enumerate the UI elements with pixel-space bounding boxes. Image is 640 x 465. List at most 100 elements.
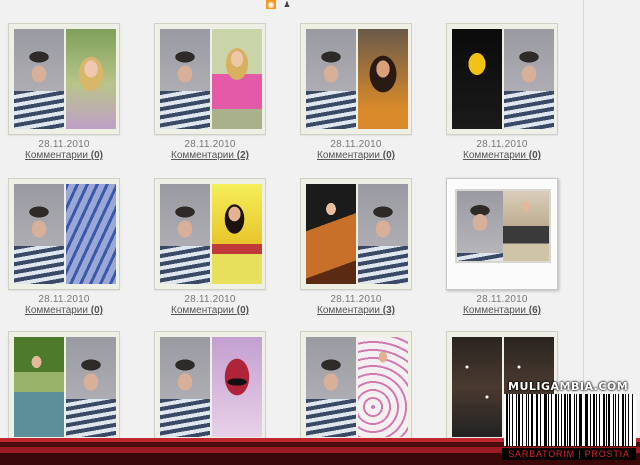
barcode-bar — [540, 394, 542, 446]
photo-item: 28.11.2010 Комментарии (0) — [300, 23, 412, 162]
rss-icon[interactable]: ◉ — [266, 0, 276, 9]
photo-left — [306, 184, 356, 284]
photo-date: 28.11.2010 — [476, 139, 528, 150]
barcode-bar — [508, 394, 510, 446]
photo-date: 28.11.2010 — [38, 294, 90, 305]
comments-link[interactable]: Комментарии (6) — [446, 305, 558, 317]
barcode-bar — [531, 394, 533, 446]
photo-left — [160, 29, 210, 129]
photo-item: 28.11.2010 Комментарии (0) — [154, 178, 266, 317]
photo-right — [358, 29, 408, 129]
photo-thumbnail[interactable] — [300, 23, 412, 135]
photo-left — [14, 184, 64, 284]
watermark-site: MULIGAMBIA.COM — [508, 380, 629, 393]
barcode-bar — [537, 394, 539, 446]
photo-thumbnail[interactable] — [8, 178, 120, 290]
photo-thumbnail[interactable] — [446, 23, 558, 135]
photo-item: 28.11.2010 Комментарии (0) — [8, 23, 120, 162]
photo-item: 28.11.2010 Комментарии (0) — [8, 178, 120, 317]
comments-link[interactable]: Комментарии (0) — [446, 150, 558, 162]
barcode-bar — [625, 394, 627, 446]
barcode-bar — [511, 394, 513, 446]
photo-date: 28.11.2010 — [476, 294, 528, 305]
barcode-bar — [614, 394, 616, 446]
barcode-bar — [608, 394, 611, 446]
photo-thumbnail[interactable] — [446, 178, 558, 290]
photo-left — [160, 184, 210, 284]
barcode-bar — [544, 394, 547, 446]
photo-right — [66, 337, 116, 437]
photo-thumbnail[interactable] — [154, 23, 266, 135]
photo-thumbnail[interactable] — [300, 178, 412, 290]
barcode-icon — [504, 394, 636, 446]
barcode-bar — [589, 394, 591, 446]
photo-right — [503, 191, 549, 261]
photo-date: 28.11.2010 — [184, 294, 236, 305]
photo-item: 28.11.2010 Комментарии (2) — [154, 23, 266, 162]
photo-item: 28.11.2010 Комментарии (3) — [300, 178, 412, 317]
photo-left — [160, 337, 210, 437]
comments-link[interactable]: Комментарии (0) — [8, 150, 120, 162]
barcode-bar — [576, 394, 578, 446]
comments-link[interactable]: Комментарии (2) — [154, 150, 266, 162]
barcode-bar — [554, 394, 557, 446]
photo-left — [14, 29, 64, 129]
photo-thumbnail[interactable] — [8, 23, 120, 135]
photo-left — [306, 337, 356, 437]
photo-thumbnail[interactable] — [8, 331, 120, 443]
comments-link[interactable]: Комментарии (0) — [8, 305, 120, 317]
barcode-bar — [506, 394, 508, 446]
photo-left — [452, 29, 502, 129]
photo-right — [504, 29, 554, 129]
photo-left — [306, 29, 356, 129]
barcode-bar — [557, 394, 559, 446]
barcode-bar — [564, 394, 566, 446]
photo-thumbnail[interactable] — [154, 178, 266, 290]
barcode-bar — [548, 394, 549, 446]
photo-left — [14, 337, 64, 437]
photo-thumbnail[interactable] — [300, 331, 412, 443]
barcode-bar — [527, 394, 530, 446]
divider — [583, 0, 584, 440]
barcode-bar — [560, 394, 562, 446]
barcode-bar — [517, 394, 521, 446]
comments-link[interactable]: Комментарии (0) — [154, 305, 266, 317]
barcode-bar — [596, 394, 597, 446]
barcode-bar — [569, 394, 572, 446]
barcode-bar — [613, 394, 614, 446]
barcode-bar — [598, 394, 601, 446]
photo-date: 28.11.2010 — [38, 139, 90, 150]
photo-right — [358, 337, 408, 437]
photo-date: 28.11.2010 — [184, 139, 236, 150]
barcode-bar — [579, 394, 582, 446]
comments-link[interactable]: Комментарии (3) — [300, 305, 412, 317]
barcode-bar — [574, 394, 576, 446]
watermark-tagline: SARBATORIM | PROSTIA — [502, 448, 636, 460]
photo-right — [66, 29, 116, 129]
photo-left — [457, 191, 503, 261]
user-icon[interactable]: ♟ — [282, 0, 292, 9]
photo-date: 28.11.2010 — [330, 139, 382, 150]
barcode-bar — [628, 394, 630, 446]
barcode-bar — [535, 394, 537, 446]
photo-right — [66, 184, 116, 284]
photo-item: 28.11.2010 Комментарии (6) — [446, 178, 558, 317]
top-icons: ◉ ♟ — [266, 0, 292, 9]
barcode-bar — [566, 394, 568, 446]
barcode-bar — [586, 394, 588, 446]
barcode-bar — [632, 394, 634, 446]
photo-item — [154, 331, 266, 443]
watermark-logo: MULIGAMBIA.COM SARBATORIM | PROSTIA — [498, 380, 640, 465]
barcode-bar — [550, 394, 552, 446]
comments-link[interactable]: Комментарии (0) — [300, 150, 412, 162]
photo-thumbnail[interactable] — [154, 331, 266, 443]
photo-item: 28.11.2010 Комментарии (0) — [446, 23, 558, 162]
photo-right — [212, 337, 262, 437]
photo-date: 28.11.2010 — [330, 294, 382, 305]
barcode-bar — [605, 394, 607, 446]
photo-left — [452, 337, 502, 437]
gallery-page: ◉ ♟ 28.11.2010 Комментарии (0) 28.11.201… — [0, 0, 640, 465]
barcode-bar — [584, 394, 586, 446]
photo-item — [8, 331, 120, 443]
barcode-bar — [621, 394, 625, 446]
